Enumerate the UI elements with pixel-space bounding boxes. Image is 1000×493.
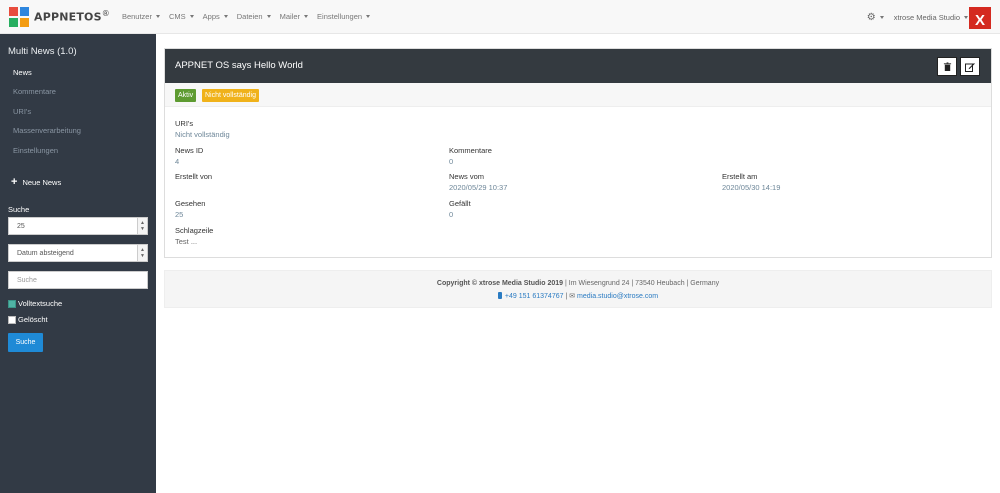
footer: Copyright © xtrose Media Studio 2019 | I…: [164, 270, 992, 308]
status-badge-active: Aktiv: [175, 89, 197, 102]
footer-copyright: Copyright © xtrose Media Studio 2019: [436, 280, 564, 287]
limit-select[interactable]: 25 ▲ ▼: [8, 217, 148, 235]
plus-icon: +: [11, 176, 18, 188]
select-arrow-icon: ▲ ▼: [137, 218, 147, 234]
panel-header: APPNET OS says Hello World: [165, 49, 991, 83]
created-by-label: Erstellt von: [175, 172, 213, 181]
nav-einstellungen[interactable]: Einstellungen: [317, 12, 371, 21]
news-id-value: 4: [175, 157, 180, 166]
news-panel: APPNET OS says Hello World Aktiv Nicht v…: [164, 48, 992, 258]
news-date-value: 2020/05/29 10:37: [449, 183, 508, 192]
sidebar-item-uris[interactable]: URI's: [13, 107, 31, 116]
checkbox-icon: [8, 315, 16, 324]
phone-icon: [497, 292, 502, 299]
fulltext-checkbox[interactable]: Volltextsuche: [8, 299, 62, 308]
delete-button[interactable]: [937, 57, 957, 76]
nav-dateien[interactable]: Dateien: [237, 12, 271, 21]
news-id-label: News ID: [175, 146, 204, 155]
checkbox-checked-icon: [8, 299, 16, 308]
nav-apps[interactable]: Apps: [203, 12, 228, 21]
panel-title: APPNET OS says Hello World: [175, 60, 303, 71]
comments-label: Kommentare: [449, 146, 492, 155]
sidebar-item-news[interactable]: News: [13, 68, 32, 77]
brand-name: APPNETOS®: [34, 9, 110, 24]
caret-down-icon: [366, 15, 371, 18]
footer-email-link[interactable]: media.studio@xtrose.com: [577, 293, 658, 300]
search-section-label: Suche: [8, 205, 30, 214]
sidebar-title: Multi News (1.0): [8, 46, 77, 57]
status-badge-incomplete: Nicht vollständig: [202, 89, 259, 102]
caret-down-icon: [964, 15, 968, 19]
search-button[interactable]: Suche: [8, 333, 43, 352]
sort-select[interactable]: Datum absteigend ▲ ▼: [8, 244, 148, 262]
brand-logo[interactable]: APPNETOS®: [9, 6, 110, 27]
caret-down-icon: [304, 15, 309, 18]
edit-icon: [965, 62, 975, 72]
comments-value: 0: [449, 157, 454, 166]
seen-value: 25: [175, 210, 184, 219]
footer-phone-link[interactable]: +49 151 61374767: [505, 293, 564, 300]
footer-line-2: +49 151 61374767 | ✉ media.studio@xtrose…: [165, 292, 991, 300]
seen-label: Gesehen: [175, 199, 206, 208]
caret-down-icon: [189, 15, 194, 18]
trash-icon: [943, 62, 951, 71]
sidebar-item-kommentare[interactable]: Kommentare: [13, 87, 56, 96]
footer-line-1: Copyright © xtrose Media Studio 2019 | I…: [165, 280, 991, 287]
caret-down-icon: [223, 15, 228, 18]
uris-value: Nicht vollständig: [175, 130, 230, 139]
caret-down-icon: [266, 15, 271, 18]
edit-button[interactable]: [960, 57, 980, 76]
liked-value: 0: [449, 210, 454, 219]
nav-mailer[interactable]: Mailer: [280, 12, 309, 21]
created-at-value: 2020/05/30 14:19: [722, 183, 781, 192]
nav-benutzer[interactable]: Benutzer: [122, 12, 160, 21]
caret-down-icon: [879, 15, 884, 19]
created-at-label: Erstellt am: [722, 172, 758, 181]
deleted-checkbox[interactable]: Gelöscht: [8, 315, 48, 324]
main-nav: Benutzer CMS Apps Dateien Mailer Einstel…: [122, 12, 379, 21]
uris-label: URI's: [175, 119, 194, 128]
headline-label: Schlagzeile: [175, 226, 214, 235]
sidebar: Multi News (1.0) News Kommentare URI's M…: [0, 34, 156, 493]
new-news-button[interactable]: + Neue News: [11, 176, 61, 188]
sidebar-item-einstellungen[interactable]: Einstellungen: [13, 146, 58, 155]
main-content: APPNET OS says Hello World Aktiv Nicht v…: [156, 34, 1000, 493]
headline-value: Test ...: [175, 237, 198, 246]
news-date-label: News vom: [449, 172, 485, 181]
search-input[interactable]: Suche: [8, 271, 148, 289]
select-arrow-icon: ▲ ▼: [137, 245, 147, 261]
sidebar-item-massenverarbeitung[interactable]: Massenverarbeitung: [13, 126, 81, 135]
top-navbar: APPNETOS® Benutzer CMS Apps Dateien Mail…: [0, 0, 1000, 34]
liked-label: Gefällt: [449, 199, 471, 208]
status-bar: Aktiv Nicht vollständig: [165, 83, 991, 107]
footer-email-separator: | ✉: [563, 293, 578, 300]
footer-address: | Im Wiesengrund 24 | 73540 Heubach | Ge…: [563, 280, 720, 287]
nav-cms[interactable]: CMS: [169, 12, 194, 21]
settings-menu[interactable]: ⚙: [867, 12, 884, 23]
caret-down-icon: [155, 15, 160, 18]
close-button[interactable]: X: [969, 7, 991, 29]
user-menu[interactable]: xtrose Media Studio: [894, 13, 968, 22]
gear-icon: ⚙: [866, 11, 876, 23]
logo-icon: [9, 6, 29, 27]
